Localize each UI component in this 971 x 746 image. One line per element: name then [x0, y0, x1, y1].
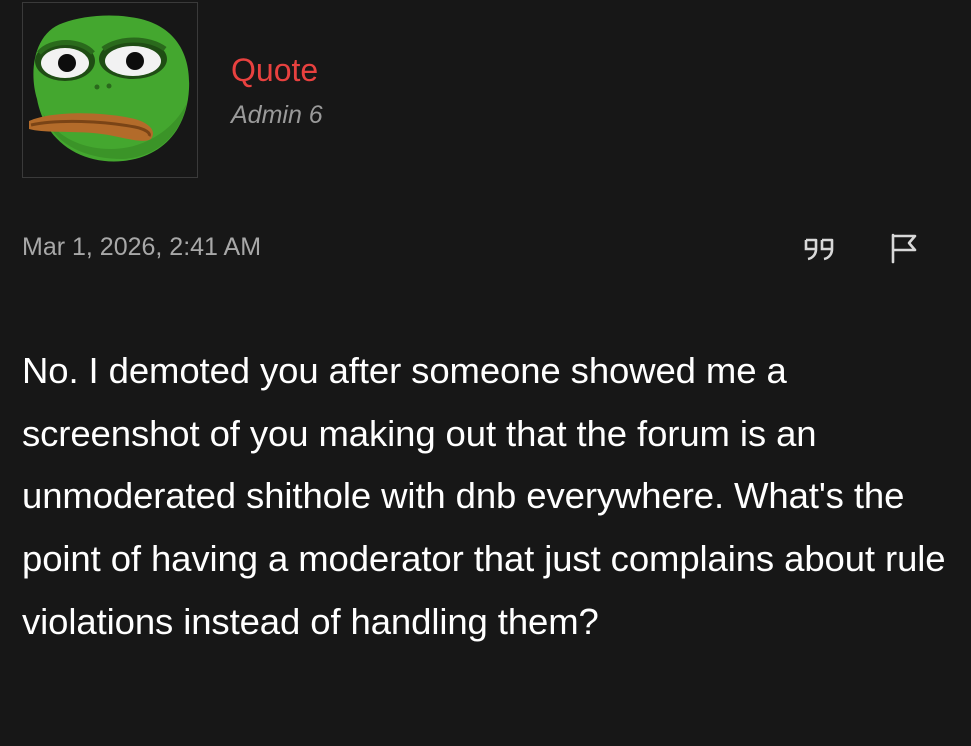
pepe-frog-avatar-icon [29, 15, 190, 162]
post-timestamp[interactable]: Mar 1, 2026, 2:41 AM [22, 230, 261, 264]
author-name[interactable]: Quote [231, 50, 318, 90]
avatar[interactable] [22, 2, 198, 178]
post-body-text: No. I demoted you after someone showed m… [22, 350, 946, 642]
quote-button[interactable] [800, 228, 840, 268]
flag-icon [891, 233, 917, 264]
quote-icon [804, 238, 834, 261]
report-button[interactable] [884, 228, 924, 268]
author-title: Admin 6 [231, 101, 323, 129]
